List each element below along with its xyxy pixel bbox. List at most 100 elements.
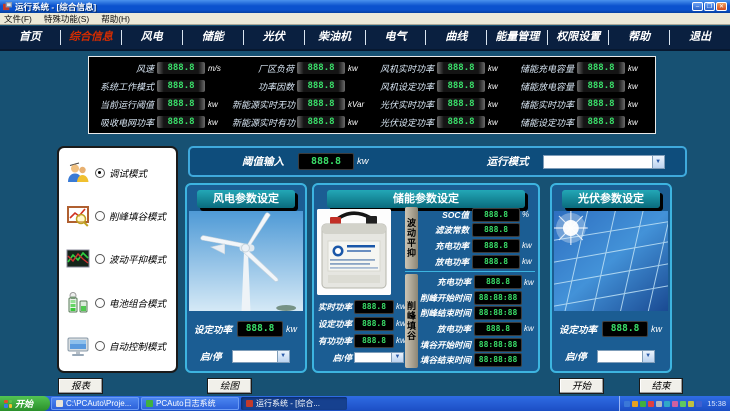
mode-debug[interactable]: 调试模式 xyxy=(61,161,174,185)
row-unit: % xyxy=(522,210,535,219)
menu-file[interactable]: 文件(F) xyxy=(4,13,32,25)
peak-shaving-section: 削峰填谷 充电功率888.8kw 削峰开始时间88:88:88 削峰结束时间88… xyxy=(405,274,535,368)
close-button[interactable]: ✕ xyxy=(716,2,727,11)
led-display: 888.8 xyxy=(472,208,520,222)
row-label: 削峰开始时间 xyxy=(420,292,471,304)
radio-selected[interactable] xyxy=(95,168,105,178)
battery-image xyxy=(317,209,391,295)
metric-plant-load: 厂区负荷888.8kw xyxy=(232,59,372,77)
led-display: 888.8 xyxy=(472,239,520,253)
valley-start-time-row: 填谷开始时间88:88:88 xyxy=(420,338,537,352)
row-label: SOC值 xyxy=(420,209,469,221)
app-icon xyxy=(246,400,253,407)
metric-grid-absorb-power: 吸收电网功率888.8kw xyxy=(92,113,232,131)
chevron-down-icon: ▼ xyxy=(391,353,403,362)
metric-label: 新能源实时有功 xyxy=(232,116,294,129)
report-button[interactable]: 报表 xyxy=(58,378,103,394)
nav-home[interactable]: 首页 xyxy=(0,30,61,45)
row-label: 削峰结束时间 xyxy=(420,307,471,319)
tray-icon[interactable] xyxy=(656,401,662,407)
tray-icon[interactable] xyxy=(672,401,678,407)
start-menu-button[interactable]: 开始 xyxy=(0,396,50,411)
led-time-display: 88:88:88 xyxy=(474,338,522,352)
charge-power-row: 充电功率888.8kw xyxy=(420,275,537,289)
mode-auto-control[interactable]: 自动控制模式 xyxy=(61,334,174,358)
nav-wind[interactable]: 风电 xyxy=(122,30,183,45)
mode-peak-shaving[interactable]: 削峰填谷模式 xyxy=(61,204,174,228)
fluctuation-smoothing-section: 波动平抑 SOC值888.8% 滤波常数888.8 充电功率888.8kw 放电… xyxy=(405,207,535,272)
tray-icon[interactable] xyxy=(648,401,654,407)
plot-button[interactable]: 绘图 xyxy=(207,378,252,394)
wave-chart-icon xyxy=(65,247,91,271)
metric-led-display: 888.8 xyxy=(297,116,345,128)
menu-special-functions[interactable]: 特殊功能(S) xyxy=(44,13,89,25)
valley-end-time-row: 填谷结束时间88:88:88 xyxy=(420,353,537,367)
radio[interactable] xyxy=(95,341,105,351)
menu-help[interactable]: 帮助(H) xyxy=(101,13,130,25)
metric-label: 储能放电容量 xyxy=(512,80,574,93)
tray-icon[interactable] xyxy=(624,401,630,407)
nav-permissions[interactable]: 权限设置 xyxy=(548,30,609,45)
metrics-panel: 风速888.8m/s 厂区负荷888.8kw 风机实时功率888.8kw 储能充… xyxy=(88,56,656,134)
metric-led-display: 888.8 xyxy=(437,62,485,74)
mode-label: 波动平抑模式 xyxy=(109,252,166,266)
metric-label: 储能充电容量 xyxy=(512,62,574,75)
metric-unit: kw xyxy=(348,64,358,73)
storage-active-power-row: 有功功率 888.8 kw xyxy=(316,332,404,349)
run-mode-dropdown[interactable]: ▼ xyxy=(543,155,665,169)
start-stop-label: 启/停 xyxy=(565,349,587,363)
taskbar-clock[interactable]: 15:38 xyxy=(707,399,726,408)
solar-panel-image xyxy=(554,211,668,311)
nav-pv[interactable]: 光伏 xyxy=(244,30,305,45)
tray-icon[interactable] xyxy=(640,401,646,407)
nav-electrical[interactable]: 电气 xyxy=(366,30,427,45)
storage-left-column: 实时功率 888.8 kw 设定功率 888.8 kw 有功功率 888.8 k… xyxy=(316,298,404,366)
maximize-button[interactable]: ❐ xyxy=(704,2,715,11)
nav-overview[interactable]: 综合信息 xyxy=(61,30,122,45)
led-display: 888.8 xyxy=(354,334,394,348)
nav-curves[interactable]: 曲线 xyxy=(426,30,487,45)
threshold-input[interactable]: 888.8 xyxy=(298,153,354,170)
nav-diesel[interactable]: 柴油机 xyxy=(305,30,366,45)
nav-exit[interactable]: 退出 xyxy=(670,30,730,45)
mode-fluctuation-smoothing[interactable]: 波动平抑模式 xyxy=(61,247,174,271)
wind-start-stop-dropdown[interactable]: ▼ xyxy=(232,350,290,363)
wind-set-power-display[interactable]: 888.8 xyxy=(237,321,283,337)
metric-unit: kw xyxy=(488,64,498,73)
pv-start-stop-dropdown[interactable]: ▼ xyxy=(597,350,655,363)
tray-icon[interactable] xyxy=(680,401,686,407)
pv-set-power-display[interactable]: 888.8 xyxy=(602,321,648,337)
taskbar-item-run-system[interactable]: 运行系统 - [综合... xyxy=(241,397,347,410)
metric-unit: kw xyxy=(628,118,638,127)
end-button[interactable]: 结束 xyxy=(639,378,683,394)
mode-battery-combination[interactable]: 电池组合模式 xyxy=(61,291,174,315)
led-display[interactable]: 888.8 xyxy=(354,317,394,331)
storage-start-stop-dropdown[interactable]: ▼ xyxy=(354,352,404,363)
radio[interactable] xyxy=(95,254,105,264)
taskbar-item-log-system[interactable]: PCAuto日志系统 xyxy=(141,397,239,410)
nav-storage[interactable]: 储能 xyxy=(183,30,244,45)
radio[interactable] xyxy=(95,298,105,308)
taskbar-item-explorer[interactable]: C:\PCAuto\Proje... xyxy=(51,397,139,410)
tray-icon[interactable] xyxy=(688,401,694,407)
taskbar: 开始 C:\PCAuto\Proje... PCAuto日志系统 运行系统 - … xyxy=(0,396,730,411)
set-power-label: 设定功率 xyxy=(559,322,597,336)
row-label: 有功功率 xyxy=(316,335,352,347)
start-button[interactable]: 开始 xyxy=(559,378,604,394)
metric-unit: kw xyxy=(348,118,358,127)
tray-icon[interactable] xyxy=(696,401,702,407)
radio[interactable] xyxy=(95,211,105,221)
mode-label: 削峰填谷模式 xyxy=(109,209,166,223)
metric-power-factor: 功率因数888.8 xyxy=(232,77,372,95)
metric-label: 光伏设定功率 xyxy=(372,116,434,129)
nav-energy-mgmt[interactable]: 能量管理 xyxy=(487,30,548,45)
system-tray: 15:38 xyxy=(619,396,730,411)
row-label: 填谷开始时间 xyxy=(420,339,471,351)
nav-help[interactable]: 帮助 xyxy=(609,30,670,45)
peak-shaving-vertical-label: 削峰填谷 xyxy=(405,274,418,368)
tray-icon[interactable] xyxy=(632,401,638,407)
metric-led-display: 888.8 xyxy=(157,80,205,92)
tray-icon[interactable] xyxy=(664,401,670,407)
minimize-button[interactable]: – xyxy=(692,2,703,11)
mode-label: 自动控制模式 xyxy=(109,339,166,353)
